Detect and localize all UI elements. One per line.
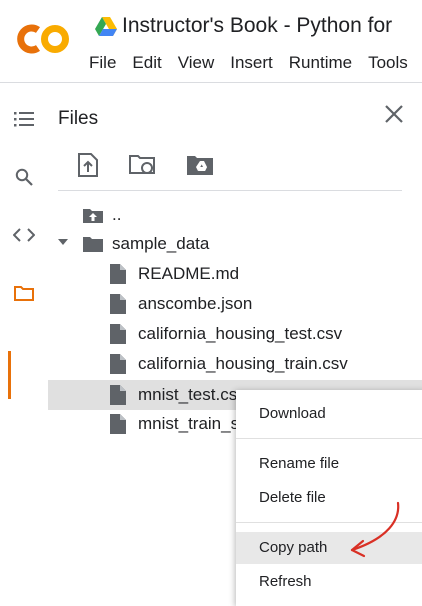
file-context-menu: Download Rename file Delete file Copy pa… bbox=[236, 390, 422, 606]
app-header: Instructor's Book - Python for File Edit… bbox=[0, 0, 422, 83]
mount-drive-icon bbox=[187, 156, 213, 175]
table-of-contents-icon bbox=[14, 112, 34, 127]
google-drive-icon bbox=[95, 17, 117, 36]
expand-caret-icon[interactable] bbox=[58, 239, 68, 245]
tree-item-label: sample_data bbox=[112, 234, 210, 253]
folder-icon bbox=[83, 237, 103, 252]
menu-view[interactable]: View bbox=[178, 53, 215, 73]
refresh-folder-icon bbox=[129, 155, 155, 174]
tree-item-parent[interactable]: .. bbox=[48, 200, 422, 230]
left-sidebar-rail bbox=[0, 83, 48, 606]
menu-item-delete-file[interactable]: Delete file bbox=[236, 482, 422, 514]
file-icon bbox=[110, 324, 126, 344]
file-icon bbox=[110, 414, 126, 434]
search-icon bbox=[15, 168, 33, 186]
menu-file[interactable]: File bbox=[89, 53, 116, 73]
tree-item-label: README.md bbox=[138, 264, 240, 283]
code-snippets-icon bbox=[13, 228, 35, 242]
menu-item-label: Delete file bbox=[259, 489, 326, 506]
menu-item-refresh[interactable]: Refresh bbox=[236, 566, 422, 598]
menu-item-label: Download bbox=[259, 405, 326, 422]
menu-item-copy-path[interactable]: Copy path bbox=[236, 532, 422, 564]
toolbar-divider bbox=[58, 190, 402, 191]
menu-item-download[interactable]: Download bbox=[236, 398, 422, 430]
menu-item-label: Copy path bbox=[259, 539, 328, 556]
menu-item-rename-file[interactable]: Rename file bbox=[236, 448, 422, 480]
menu-edit[interactable]: Edit bbox=[132, 53, 161, 73]
tree-item-file[interactable]: california_housing_train.csv bbox=[48, 349, 422, 379]
menu-item-label: Refresh bbox=[259, 573, 312, 590]
upload-button[interactable] bbox=[72, 150, 104, 180]
table-of-contents-button[interactable] bbox=[6, 101, 42, 137]
files-panel-title: Files bbox=[58, 108, 99, 129]
file-icon bbox=[110, 354, 126, 374]
menu-divider bbox=[236, 438, 422, 439]
tree-item-label: california_housing_test.csv bbox=[138, 324, 343, 343]
active-indicator bbox=[8, 351, 11, 399]
upload-file-icon bbox=[78, 153, 98, 177]
tree-item-label: california_housing_train.csv bbox=[138, 354, 348, 373]
tree-item-label: .. bbox=[112, 205, 122, 224]
colab-logo[interactable] bbox=[17, 22, 71, 56]
file-icon bbox=[110, 264, 126, 284]
tree-item-file[interactable]: anscombe.json bbox=[48, 289, 422, 319]
code-snippets-button[interactable] bbox=[6, 217, 42, 253]
search-button[interactable] bbox=[6, 159, 42, 195]
mount-drive-button[interactable] bbox=[184, 150, 216, 180]
menu-runtime[interactable]: Runtime bbox=[289, 53, 352, 73]
tree-item-folder[interactable]: sample_data bbox=[48, 229, 422, 259]
tree-item-label: anscombe.json bbox=[138, 294, 253, 313]
files-button[interactable] bbox=[6, 275, 42, 311]
tree-item-label: mnist_test.csv bbox=[138, 385, 246, 404]
close-icon bbox=[385, 105, 403, 123]
menu-bar: File Edit View Insert Runtime Tools bbox=[89, 53, 422, 73]
file-icon bbox=[110, 294, 126, 314]
menu-tools[interactable]: Tools bbox=[368, 53, 408, 73]
refresh-folder-button[interactable] bbox=[127, 150, 159, 180]
close-panel-button[interactable] bbox=[380, 100, 408, 128]
tree-item-file[interactable]: california_housing_test.csv bbox=[48, 319, 422, 349]
notebook-title[interactable]: Instructor's Book - Python for bbox=[122, 14, 392, 38]
files-folder-icon bbox=[14, 286, 34, 301]
menu-insert[interactable]: Insert bbox=[230, 53, 273, 73]
file-icon bbox=[110, 385, 126, 405]
menu-divider bbox=[236, 522, 422, 523]
menu-item-label: Rename file bbox=[259, 455, 340, 472]
tree-item-file[interactable]: README.md bbox=[48, 259, 422, 289]
folder-up-icon bbox=[83, 209, 103, 223]
